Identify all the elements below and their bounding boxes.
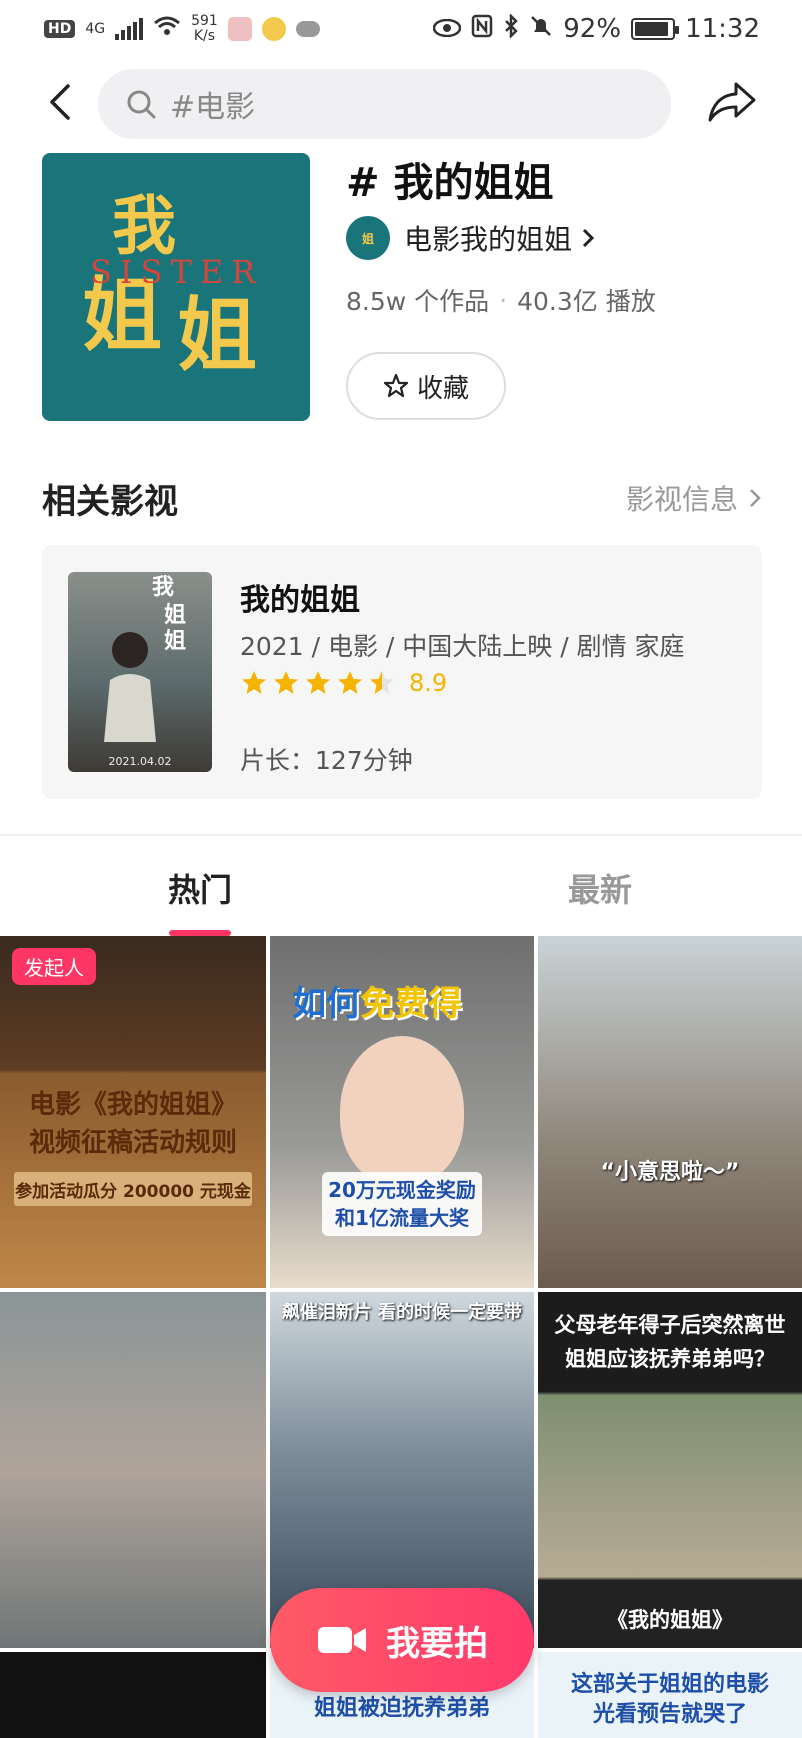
favorite-button[interactable]: 收藏 — [346, 352, 506, 420]
rating-star-icon — [242, 671, 266, 694]
tab-new[interactable]: 最新 — [568, 865, 632, 911]
works-count: 8.5w 个作品 — [346, 287, 490, 316]
search-icon — [127, 90, 156, 119]
notification-app-icon — [227, 17, 252, 41]
video-caption: 飙催泪新片 看的时候一定要带 — [281, 1302, 523, 1323]
svg-text:姐: 姐 — [164, 628, 186, 654]
video-caption: 父母老年得子后突然离世 姐姐应该抚养弟弟吗？ — [538, 1308, 802, 1376]
film-info-link[interactable]: 影视信息 — [626, 478, 762, 518]
notification-emoji-icon — [261, 17, 286, 41]
nfc-icon — [471, 14, 493, 45]
shoot-label: 我要拍 — [386, 1623, 488, 1664]
prize-banner: 参加活动瓜分 200000 元现金 — [14, 1172, 252, 1206]
caption-line: 20万元现金奖励 — [328, 1178, 476, 1202]
network-speed: 591 K/s — [191, 14, 218, 44]
svg-text:姐: 姐 — [177, 288, 257, 382]
caption-line: 父母老年得子后突然离世 — [554, 1313, 786, 1337]
video-tile[interactable] — [0, 1292, 266, 1648]
eye-icon — [433, 14, 462, 44]
video-headline: 如何免费得 — [292, 976, 462, 1025]
creator-avatar: 姐 — [346, 216, 390, 260]
video-caption: 姐姐被迫抚养弟弟 — [313, 1696, 490, 1721]
speed-value: 591 — [191, 13, 218, 29]
wifi-icon — [153, 15, 181, 43]
network-type: 4G — [85, 20, 106, 37]
mute-bell-icon — [529, 14, 553, 45]
video-camera-icon — [318, 1627, 366, 1653]
caption-line: 这部关于姐姐的电影 — [570, 1672, 769, 1697]
bluetooth-icon — [503, 12, 519, 45]
video-tile[interactable]: “小意思啦～” — [538, 936, 802, 1288]
topic-cover-image: 我 姐 姐 SISTER — [42, 153, 310, 421]
video-caption: 这部关于姐姐的电影 光看预告就哭了 — [538, 1670, 802, 1730]
caption-line: 姐姐应该抚养弟弟吗？ — [565, 1347, 775, 1371]
prize-caption: 20万元现金奖励 和1亿流量大奖 — [322, 1172, 482, 1236]
search-input[interactable]: #电影 — [98, 69, 671, 139]
search-text: #电影 — [170, 90, 256, 125]
movie-rating: 8.9 — [240, 669, 447, 697]
rating-star-icon — [306, 671, 330, 694]
svg-text:我: 我 — [152, 574, 174, 600]
speed-unit: K/s — [193, 28, 216, 44]
initiator-badge: 发起人 — [12, 948, 96, 985]
caption-line: 电影《我的姐姐》 — [28, 1090, 237, 1120]
caption-line: 视频征稿活动规则 — [28, 1128, 237, 1158]
stats-separator: · — [499, 285, 508, 315]
share-button[interactable] — [706, 80, 758, 126]
star-outline-icon — [383, 373, 409, 398]
related-section-title: 相关影视 — [42, 482, 178, 522]
svg-text:SISTER: SISTER — [90, 253, 263, 291]
headline-highlight: 免费得 — [360, 984, 462, 1024]
rating-stars — [240, 669, 396, 697]
chevron-right-icon — [750, 489, 761, 507]
movie-poster: 我 姐 姐 2021.04.02 — [68, 572, 212, 772]
favorite-label: 收藏 — [416, 373, 469, 404]
movie-duration: 片长：127分钟 — [240, 746, 413, 775]
status-bar: HD 4G 591 K/s 92% 11:32 — [0, 0, 802, 58]
video-tile[interactable]: 如何免费得 20万元现金奖励 和1亿流量大奖 — [270, 936, 534, 1288]
chevron-right-icon — [582, 228, 595, 248]
rating-star-icon — [338, 671, 362, 694]
hd-indicator: HD — [44, 20, 76, 38]
video-tile[interactable]: 父母老年得子后突然离世 姐姐应该抚养弟弟吗？ 《我的姐姐》 — [538, 1292, 802, 1648]
movie-title: 我的姐姐 — [240, 583, 360, 618]
tab-hot[interactable]: 热门 — [168, 865, 232, 911]
video-tile[interactable]: 这部关于姐姐的电影 光看预告就哭了 — [538, 1652, 802, 1738]
movie-meta: 2021 / 电影 / 中国大陆上映 / 剧情 家庭 — [240, 632, 685, 661]
rating-star-icon — [370, 671, 394, 694]
svg-text:姐: 姐 — [164, 602, 186, 628]
clock: 11:32 — [685, 14, 760, 44]
creator-name: 电影我的姐姐 — [404, 223, 573, 256]
movie-card[interactable]: 我 姐 姐 2021.04.02 我的姐姐 2021 / 电影 / 中国大陆上映… — [42, 545, 762, 799]
headline-part: 如何 — [292, 984, 360, 1024]
topic-title: # 我的姐姐 — [346, 160, 554, 206]
video-caption: “小意思啦～” — [600, 1160, 740, 1185]
caption-line: 光看预告就哭了 — [592, 1702, 747, 1727]
back-button[interactable] — [40, 80, 84, 124]
video-tile[interactable]: 发起人 电影《我的姐姐》 视频征稿活动规则 参加活动瓜分 200000 元现金 — [0, 936, 266, 1288]
presenter-figure — [340, 1036, 464, 1186]
battery-percent: 92% — [563, 14, 622, 44]
shoot-button[interactable]: 我要拍 — [270, 1588, 534, 1692]
creator-link[interactable]: 姐 电影我的姐姐 — [346, 216, 596, 260]
section-divider — [0, 834, 802, 836]
header: #电影 — [0, 66, 802, 142]
cloud-icon — [295, 21, 320, 37]
back-arrow-icon — [50, 84, 70, 120]
topic-stats: 8.5w 个作品 · 40.3亿 播放 — [346, 282, 656, 318]
movie-name-caption: 《我的姐姐》 — [607, 1608, 733, 1632]
film-info-label: 影视信息 — [625, 483, 738, 516]
play-count: 40.3亿 播放 — [517, 287, 656, 316]
rating-star-icon — [274, 671, 298, 694]
signal-icon — [115, 18, 144, 40]
rating-value: 8.9 — [409, 669, 448, 697]
caption-line: 和1亿流量大奖 — [335, 1206, 469, 1230]
share-arrow-icon — [708, 82, 756, 122]
poster-date: 2021.04.02 — [108, 755, 172, 768]
video-tile[interactable] — [0, 1652, 266, 1738]
video-caption: 电影《我的姐姐》 视频征稿活动规则 — [0, 1086, 266, 1162]
battery-icon — [631, 18, 680, 40]
